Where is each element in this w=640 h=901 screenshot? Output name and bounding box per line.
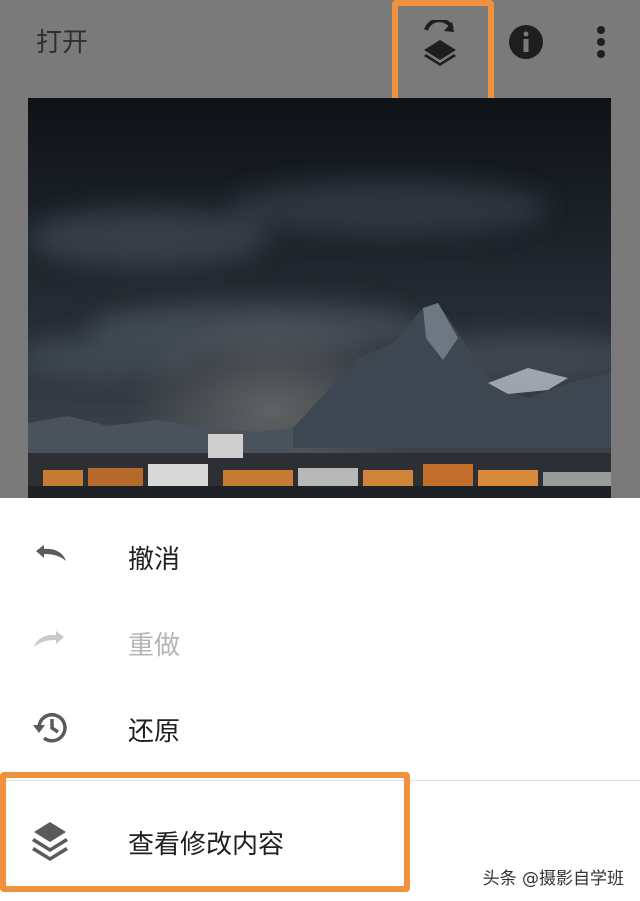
menu-item-redo[interactable]: 重做 [0,599,640,685]
highlight-box-toolbar [392,0,494,108]
history-icon [30,707,70,747]
menu-item-undo[interactable]: 撤消 [0,513,640,599]
photo-preview [28,98,611,498]
watermark-text: 头条 @摄影自学班 [482,869,624,889]
open-button[interactable]: 打开 [36,22,88,59]
menu-label-undo: 撤消 [128,545,181,575]
menu-label-restore: 还原 [128,717,181,747]
highlight-box-menu [0,772,410,892]
undo-icon [30,535,70,575]
menu-item-restore[interactable]: 还原 [0,685,640,771]
bottom-sheet-menu: 撤消 重做 还原 查看修改内容 头条 @摄影自学班 [0,498,640,901]
menu-label-redo: 重做 [128,631,181,661]
redo-icon [30,621,70,661]
more-vert-icon[interactable] [586,22,616,62]
info-icon[interactable] [506,22,546,62]
top-toolbar: 打开 [0,0,640,108]
